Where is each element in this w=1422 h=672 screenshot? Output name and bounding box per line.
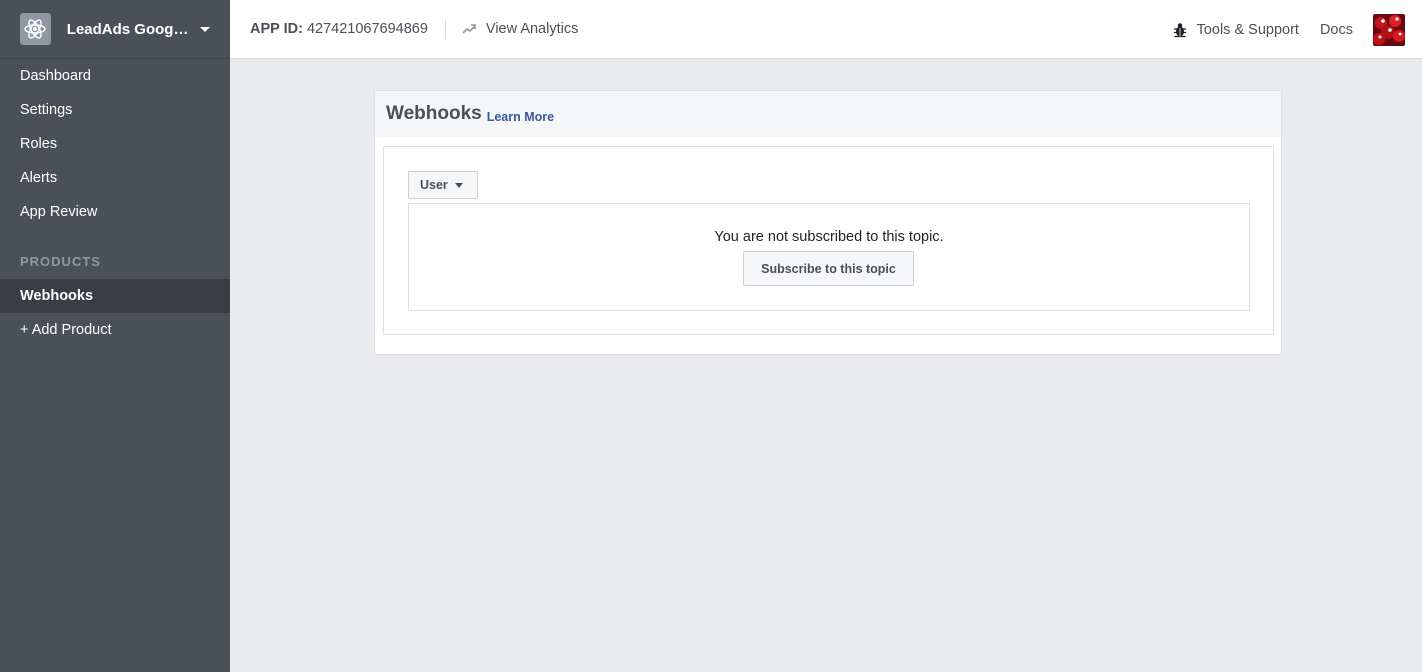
sidebar: LeadAds Google... Dashboard Settings Rol…: [0, 0, 230, 672]
products-nav: Webhooks + Add Product: [0, 279, 230, 347]
topic-select-label: User: [420, 178, 448, 192]
top-bar: APP ID: 427421067694869 View Analytics T…: [230, 0, 1422, 59]
avatar[interactable]: [1373, 13, 1405, 46]
trend-up-icon: [462, 24, 476, 34]
subscribe-button[interactable]: Subscribe to this topic: [743, 251, 914, 286]
sidebar-item-app-review[interactable]: App Review: [0, 195, 230, 229]
top-right-tools: Tools & Support Docs: [1173, 0, 1422, 59]
app-name: LeadAds Google...: [66, 20, 190, 38]
panel-header: Webhooks Learn More: [375, 91, 1281, 137]
topic-card: User You are not subscribed to this topi…: [383, 146, 1274, 335]
sidebar-item-settings[interactable]: Settings: [0, 93, 230, 127]
learn-more-link[interactable]: Learn More: [487, 110, 554, 124]
app-id: APP ID: 427421067694869: [250, 21, 428, 37]
webhooks-panel: Webhooks Learn More User You are not sub…: [374, 90, 1282, 355]
tools-support-link[interactable]: Tools & Support: [1197, 22, 1299, 38]
divider: [444, 19, 446, 39]
subscription-box: You are not subscribed to this topic. Su…: [408, 203, 1250, 311]
bug-icon[interactable]: [1173, 22, 1187, 38]
sidebar-item-alerts[interactable]: Alerts: [0, 161, 230, 195]
view-analytics-link[interactable]: View Analytics: [462, 21, 578, 37]
app-id-label: APP ID:: [250, 21, 303, 37]
chevron-down-icon: [200, 26, 210, 32]
sidebar-item-dashboard[interactable]: Dashboard: [0, 59, 230, 93]
docs-link[interactable]: Docs: [1320, 22, 1353, 38]
page-title: Webhooks: [386, 103, 482, 124]
sidebar-item-roles[interactable]: Roles: [0, 127, 230, 161]
caret-down-icon: [454, 182, 463, 188]
sidebar-item-add-product[interactable]: + Add Product: [0, 313, 230, 347]
subscription-status: You are not subscribed to this topic.: [714, 229, 944, 245]
app-id-value: 427421067694869: [306, 21, 428, 37]
sidebar-nav: Dashboard Settings Roles Alerts App Revi…: [0, 59, 230, 229]
view-analytics-label: View Analytics: [485, 21, 579, 37]
sidebar-item-webhooks[interactable]: Webhooks: [0, 279, 230, 313]
products-section-label: PRODUCTS: [20, 254, 101, 269]
react-atom-icon: [20, 13, 51, 45]
app-switcher[interactable]: LeadAds Google...: [0, 0, 230, 59]
topic-select[interactable]: User: [408, 171, 478, 199]
